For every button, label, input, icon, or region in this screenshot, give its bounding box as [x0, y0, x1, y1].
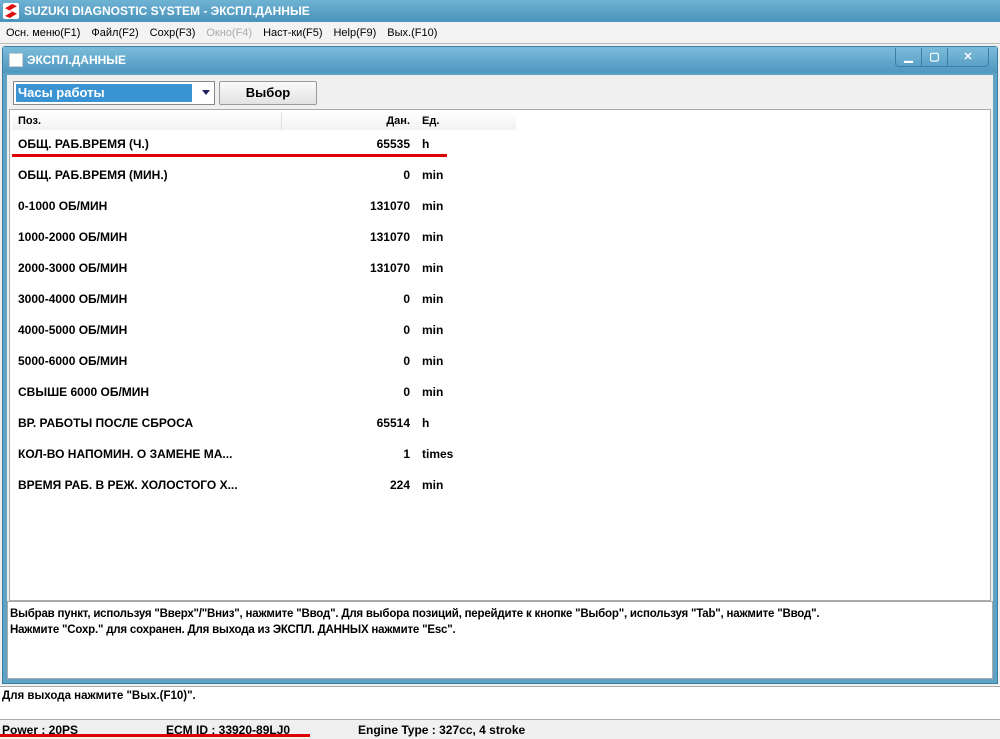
row-position: 1000-2000 ОБ/МИН — [18, 230, 128, 244]
table-row[interactable]: 4000-5000 ОБ/МИН 0 min — [12, 320, 443, 340]
row-unit: min — [422, 230, 444, 244]
category-dropdown[interactable]: Часы работы — [13, 81, 215, 105]
window-titlebar: ЭКСПЛ.ДАННЫЕ ▁ ▢ ✕ — [3, 47, 997, 73]
menu-item[interactable]: Help(F9) — [333, 27, 376, 39]
row-position: 3000-4000 ОБ/МИН — [18, 292, 128, 306]
table-row[interactable]: КОЛ-ВО НАПОМИН. О ЗАМЕНЕ МА... 1 times — [12, 444, 453, 464]
row-value: 0 — [403, 354, 410, 368]
help-line-1: Выбрав пункт, используя "Вверх"/"Вниз", … — [10, 608, 820, 620]
row-position: ВРЕМЯ РАБ. В РЕЖ. ХОЛОСТОГО Х... — [18, 478, 238, 492]
table-row[interactable]: 1000-2000 ОБ/МИН 131070 min — [12, 227, 443, 247]
row-unit: times — [422, 447, 454, 461]
select-button[interactable]: Выбор — [219, 81, 317, 105]
row-unit: min — [422, 261, 444, 275]
highlight-underline — [12, 154, 447, 157]
help-text: Выбрав пункт, используя "Вверх"/"Вниз", … — [7, 601, 993, 679]
row-position: ВР. РАБОТЫ ПОСЛЕ СБРОСА — [18, 416, 194, 430]
row-position: 4000-5000 ОБ/МИН — [18, 323, 128, 337]
row-unit: min — [422, 354, 444, 368]
row-value: 1 — [403, 447, 410, 461]
row-position: ОБЩ. РАБ.ВРЕМЯ (Ч.) — [18, 137, 149, 151]
table-row[interactable]: 0-1000 ОБ/МИН 131070 min — [12, 196, 443, 216]
row-value: 0 — [403, 292, 410, 306]
data-list: Поз. Дан. Ед. ОБЩ. РАБ.ВРЕМЯ (Ч.) 65535 h О… — [9, 109, 991, 601]
row-value: 65514 — [376, 416, 410, 430]
category-value: Часы работы — [16, 84, 192, 102]
row-position: СВЫШЕ 6000 ОБ/МИН — [18, 385, 150, 399]
menu-bar: Осн. меню(F1) Файл(F2) Сохр(F3) Окно(F4) Нас… — [0, 22, 1000, 44]
row-position: 2000-3000 ОБ/МИН — [18, 261, 128, 275]
menu-item[interactable]: Осн. меню(F1) — [6, 27, 80, 39]
close-button[interactable]: ✕ — [948, 48, 988, 66]
menu-item[interactable]: Вых.(F10) — [387, 27, 437, 39]
suzuki-logo-icon — [3, 3, 19, 19]
row-position: 0-1000 ОБ/МИН — [18, 199, 108, 213]
row-value: 224 — [389, 478, 410, 492]
row-unit: min — [422, 478, 444, 492]
chevron-down-icon[interactable] — [202, 90, 210, 95]
table-row[interactable]: СВЫШЕ 6000 ОБ/МИН 0 min — [12, 382, 443, 402]
window-title: ЭКСПЛ.ДАННЫЕ — [27, 53, 127, 67]
row-unit: min — [422, 385, 444, 399]
data-window: ЭКСПЛ.ДАННЫЕ ▁ ▢ ✕ Часы работы Выбор Поз… — [2, 46, 998, 684]
row-value: 131070 — [369, 199, 410, 213]
row-value: 0 — [403, 385, 410, 399]
menu-item[interactable]: Сохр(F3) — [150, 27, 196, 39]
help-line-2: Нажмите "Сохр." для сохранен. Для выхода… — [10, 624, 456, 636]
row-value: 131070 — [369, 261, 410, 275]
table-header: Поз. Дан. Ед. — [12, 112, 516, 130]
table-row[interactable]: ВР. РАБОТЫ ПОСЛЕ СБРОСА 65514 h — [12, 413, 429, 433]
header-unit[interactable]: Ед. — [416, 112, 439, 130]
header-position[interactable]: Поз. — [12, 112, 282, 130]
menu-item[interactable]: Наст-ки(F5) — [263, 27, 322, 39]
row-position: 5000-6000 ОБ/МИН — [18, 354, 128, 368]
table-row[interactable]: ОБЩ. РАБ.ВРЕМЯ (Ч.) 65535 h — [12, 134, 429, 154]
window-icon — [9, 53, 23, 67]
table-row[interactable]: ВРЕМЯ РАБ. В РЕЖ. ХОЛОСТОГО Х... 224 min — [12, 475, 443, 495]
table-row[interactable]: ОБЩ. РАБ.ВРЕМЯ (МИН.) 0 min — [12, 165, 443, 185]
row-unit: h — [422, 137, 430, 151]
row-value: 0 — [403, 168, 410, 182]
app-titlebar: SUZUKI DIAGNOSTIC SYSTEM - ЭКСПЛ.ДАННЫЕ — [0, 0, 1000, 22]
table-row[interactable]: 2000-3000 ОБ/МИН 131070 min — [12, 258, 443, 278]
app-title: SUZUKI DIAGNOSTIC SYSTEM - ЭКСПЛ.ДАННЫЕ — [24, 4, 310, 18]
row-value: 0 — [403, 323, 410, 337]
menu-item: Окно(F4) — [206, 27, 253, 39]
status-message: Для выхода нажмите "Вых.(F10)". — [0, 686, 1000, 719]
maximize-button[interactable]: ▢ — [922, 48, 948, 66]
row-value: 131070 — [369, 230, 410, 244]
table-row[interactable]: 5000-6000 ОБ/МИН 0 min — [12, 351, 443, 371]
minimize-button[interactable]: ▁ — [896, 48, 922, 66]
header-value[interactable]: Дан. — [282, 112, 416, 130]
engine-type-info: Engine Type : 327cc, 4 stroke — [358, 723, 526, 737]
row-unit: min — [422, 168, 444, 182]
row-value: 65535 — [376, 137, 410, 151]
table-row[interactable]: 3000-4000 ОБ/МИН 0 min — [12, 289, 443, 309]
row-position: КОЛ-ВО НАПОМИН. О ЗАМЕНЕ МА... — [18, 447, 233, 461]
row-unit: min — [422, 292, 444, 306]
row-unit: min — [422, 323, 444, 337]
row-unit: min — [422, 199, 444, 213]
row-unit: h — [422, 416, 430, 430]
row-position: ОБЩ. РАБ.ВРЕМЯ (МИН.) — [18, 168, 168, 182]
menu-item[interactable]: Файл(F2) — [91, 27, 138, 39]
